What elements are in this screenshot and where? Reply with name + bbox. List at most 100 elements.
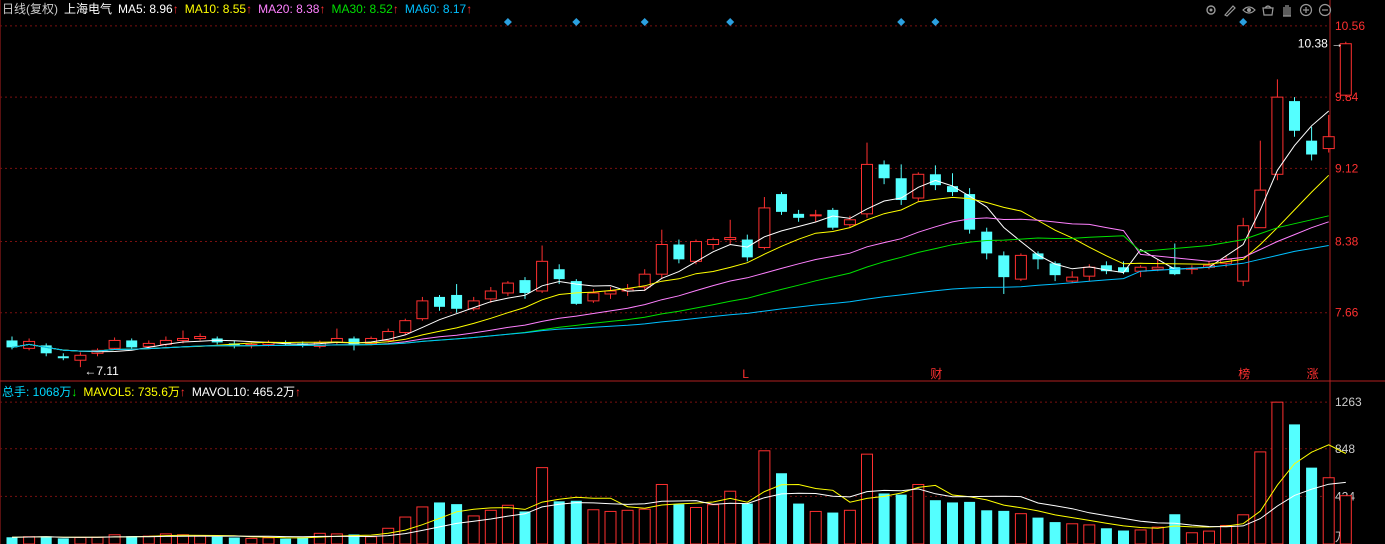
candle-body [981, 231, 993, 254]
candle-body [809, 214, 822, 217]
volume-bar [690, 507, 702, 544]
candle-body [655, 244, 668, 275]
ma-line-ma10 [11, 174, 1330, 352]
candle-body [793, 213, 805, 218]
volume-bar [1185, 532, 1198, 544]
ma-legend-item-3: MA30: 8.52 [331, 2, 393, 16]
ma-legend-item-arrow-2: ↑ [319, 2, 326, 16]
candle-body [1151, 266, 1164, 270]
volume-bar [1254, 451, 1267, 544]
vol-legend-item-1: MAVOL5: 735.6万 [83, 385, 180, 399]
vol-legend-item-arrow-0: ↓ [71, 385, 78, 399]
hand-icon[interactable] [1279, 2, 1295, 18]
price-tick-label: 9.12 [1335, 161, 1359, 175]
candle-body [399, 320, 412, 334]
candle-body [57, 356, 69, 359]
candle-body [1169, 267, 1181, 275]
volume-bar [895, 494, 907, 544]
volume-bar [519, 511, 531, 544]
candle-body [1014, 254, 1027, 280]
volume-bar [1339, 495, 1352, 544]
volume-bar [1100, 528, 1112, 544]
candle-body [827, 209, 839, 228]
candle-body [108, 339, 121, 349]
volume-bar [553, 501, 565, 544]
candle-body [947, 186, 958, 193]
candle-body [451, 294, 463, 309]
ma-line-ma60 [11, 245, 1329, 352]
zoom-in-icon[interactable] [1298, 2, 1314, 18]
volume-bar [40, 536, 52, 544]
volume-bar [330, 533, 343, 544]
candle-body [416, 300, 429, 320]
vol-legend-item-arrow-1: ↑ [179, 385, 186, 399]
ma-legend: MA5: 8.96↑ MA10: 8.55↑ MA20: 8.38↑ MA30: 8.… [118, 2, 478, 16]
volume-bar [638, 508, 651, 544]
volume-bar [194, 535, 207, 544]
event-diamond [1239, 18, 1248, 26]
vol-legend-item-2: MAVOL10: 465.2万 [191, 385, 296, 399]
volume-bar [484, 509, 497, 544]
candle-body [553, 269, 565, 280]
volume-bar [1118, 530, 1129, 544]
volume-bar [981, 510, 993, 544]
candle-body [707, 239, 720, 246]
volume-bar [964, 501, 976, 544]
ma-legend-item-0: MA5: 8.96 [118, 2, 173, 16]
volume-bar [1289, 424, 1300, 544]
volume-bar [1322, 477, 1335, 544]
volume-bar [228, 537, 240, 544]
volume-bar [467, 515, 480, 544]
volume-bar [998, 510, 1010, 544]
volume-header: 总手: 1068万↓ MAVOL5: 735.6万↑ MAVOL10: 465.2万… [2, 385, 313, 399]
event-diamond [726, 18, 735, 26]
candle-body [177, 337, 189, 341]
candle-body [194, 335, 207, 339]
candle-body [843, 219, 856, 226]
volume-bar [1220, 524, 1233, 544]
high-price-label: 10.38 → [1298, 37, 1343, 51]
candle-body [1322, 136, 1335, 150]
volume-bar [1066, 523, 1079, 544]
event-marker: 榜 [1238, 366, 1250, 381]
vol-legend-item-arrow-2: ↑ [295, 385, 302, 399]
kline-chart[interactable]: 7.668.389.129.8410.564248481263万L财榜涨10.3… [0, 0, 1385, 544]
candle-body [929, 174, 941, 186]
volume-bar [604, 510, 617, 544]
volume-bar [57, 538, 69, 544]
event-diamond [897, 18, 906, 26]
chart-toolbar [1203, 2, 1333, 18]
volume-bar [262, 537, 275, 544]
draw-icon[interactable] [1222, 2, 1238, 18]
volume-bar [1271, 401, 1284, 544]
ma-legend-item-arrow-3: ↑ [392, 2, 399, 16]
candle-body [673, 244, 685, 260]
zoom-out-icon[interactable] [1317, 2, 1333, 18]
volume-bar [1083, 524, 1096, 544]
candle-body [690, 241, 702, 262]
candle-body [1271, 96, 1284, 175]
event-diamond [572, 18, 581, 26]
candle-body [998, 255, 1010, 278]
period-label[interactable]: 日线(复权) [2, 2, 58, 16]
stock-name: 上海电气 [64, 2, 113, 16]
eye-icon[interactable] [1241, 2, 1257, 18]
volume-bar [1032, 517, 1044, 544]
candle-body [434, 296, 445, 307]
candle-body [776, 194, 787, 212]
settings-icon[interactable] [1203, 2, 1219, 18]
ma-legend-item-arrow-0: ↑ [172, 2, 179, 16]
chart-header: 日线(复权) 上海电气 MA5: 8.96↑ MA10: 8.55↑ MA20: 8.3… [2, 2, 484, 16]
basket-icon[interactable] [1260, 2, 1276, 18]
candle-body [484, 290, 497, 300]
candle-body [1066, 276, 1079, 282]
volume-bar [655, 483, 668, 544]
volume-bar [434, 502, 445, 544]
candle-body [1083, 266, 1096, 277]
volume-bar [827, 512, 839, 544]
event-diamond [503, 18, 512, 26]
candle-body [1339, 43, 1352, 96]
volume-bar [570, 500, 582, 544]
price-tick-label: 10.56 [1335, 19, 1365, 33]
volume-bar [142, 535, 155, 544]
